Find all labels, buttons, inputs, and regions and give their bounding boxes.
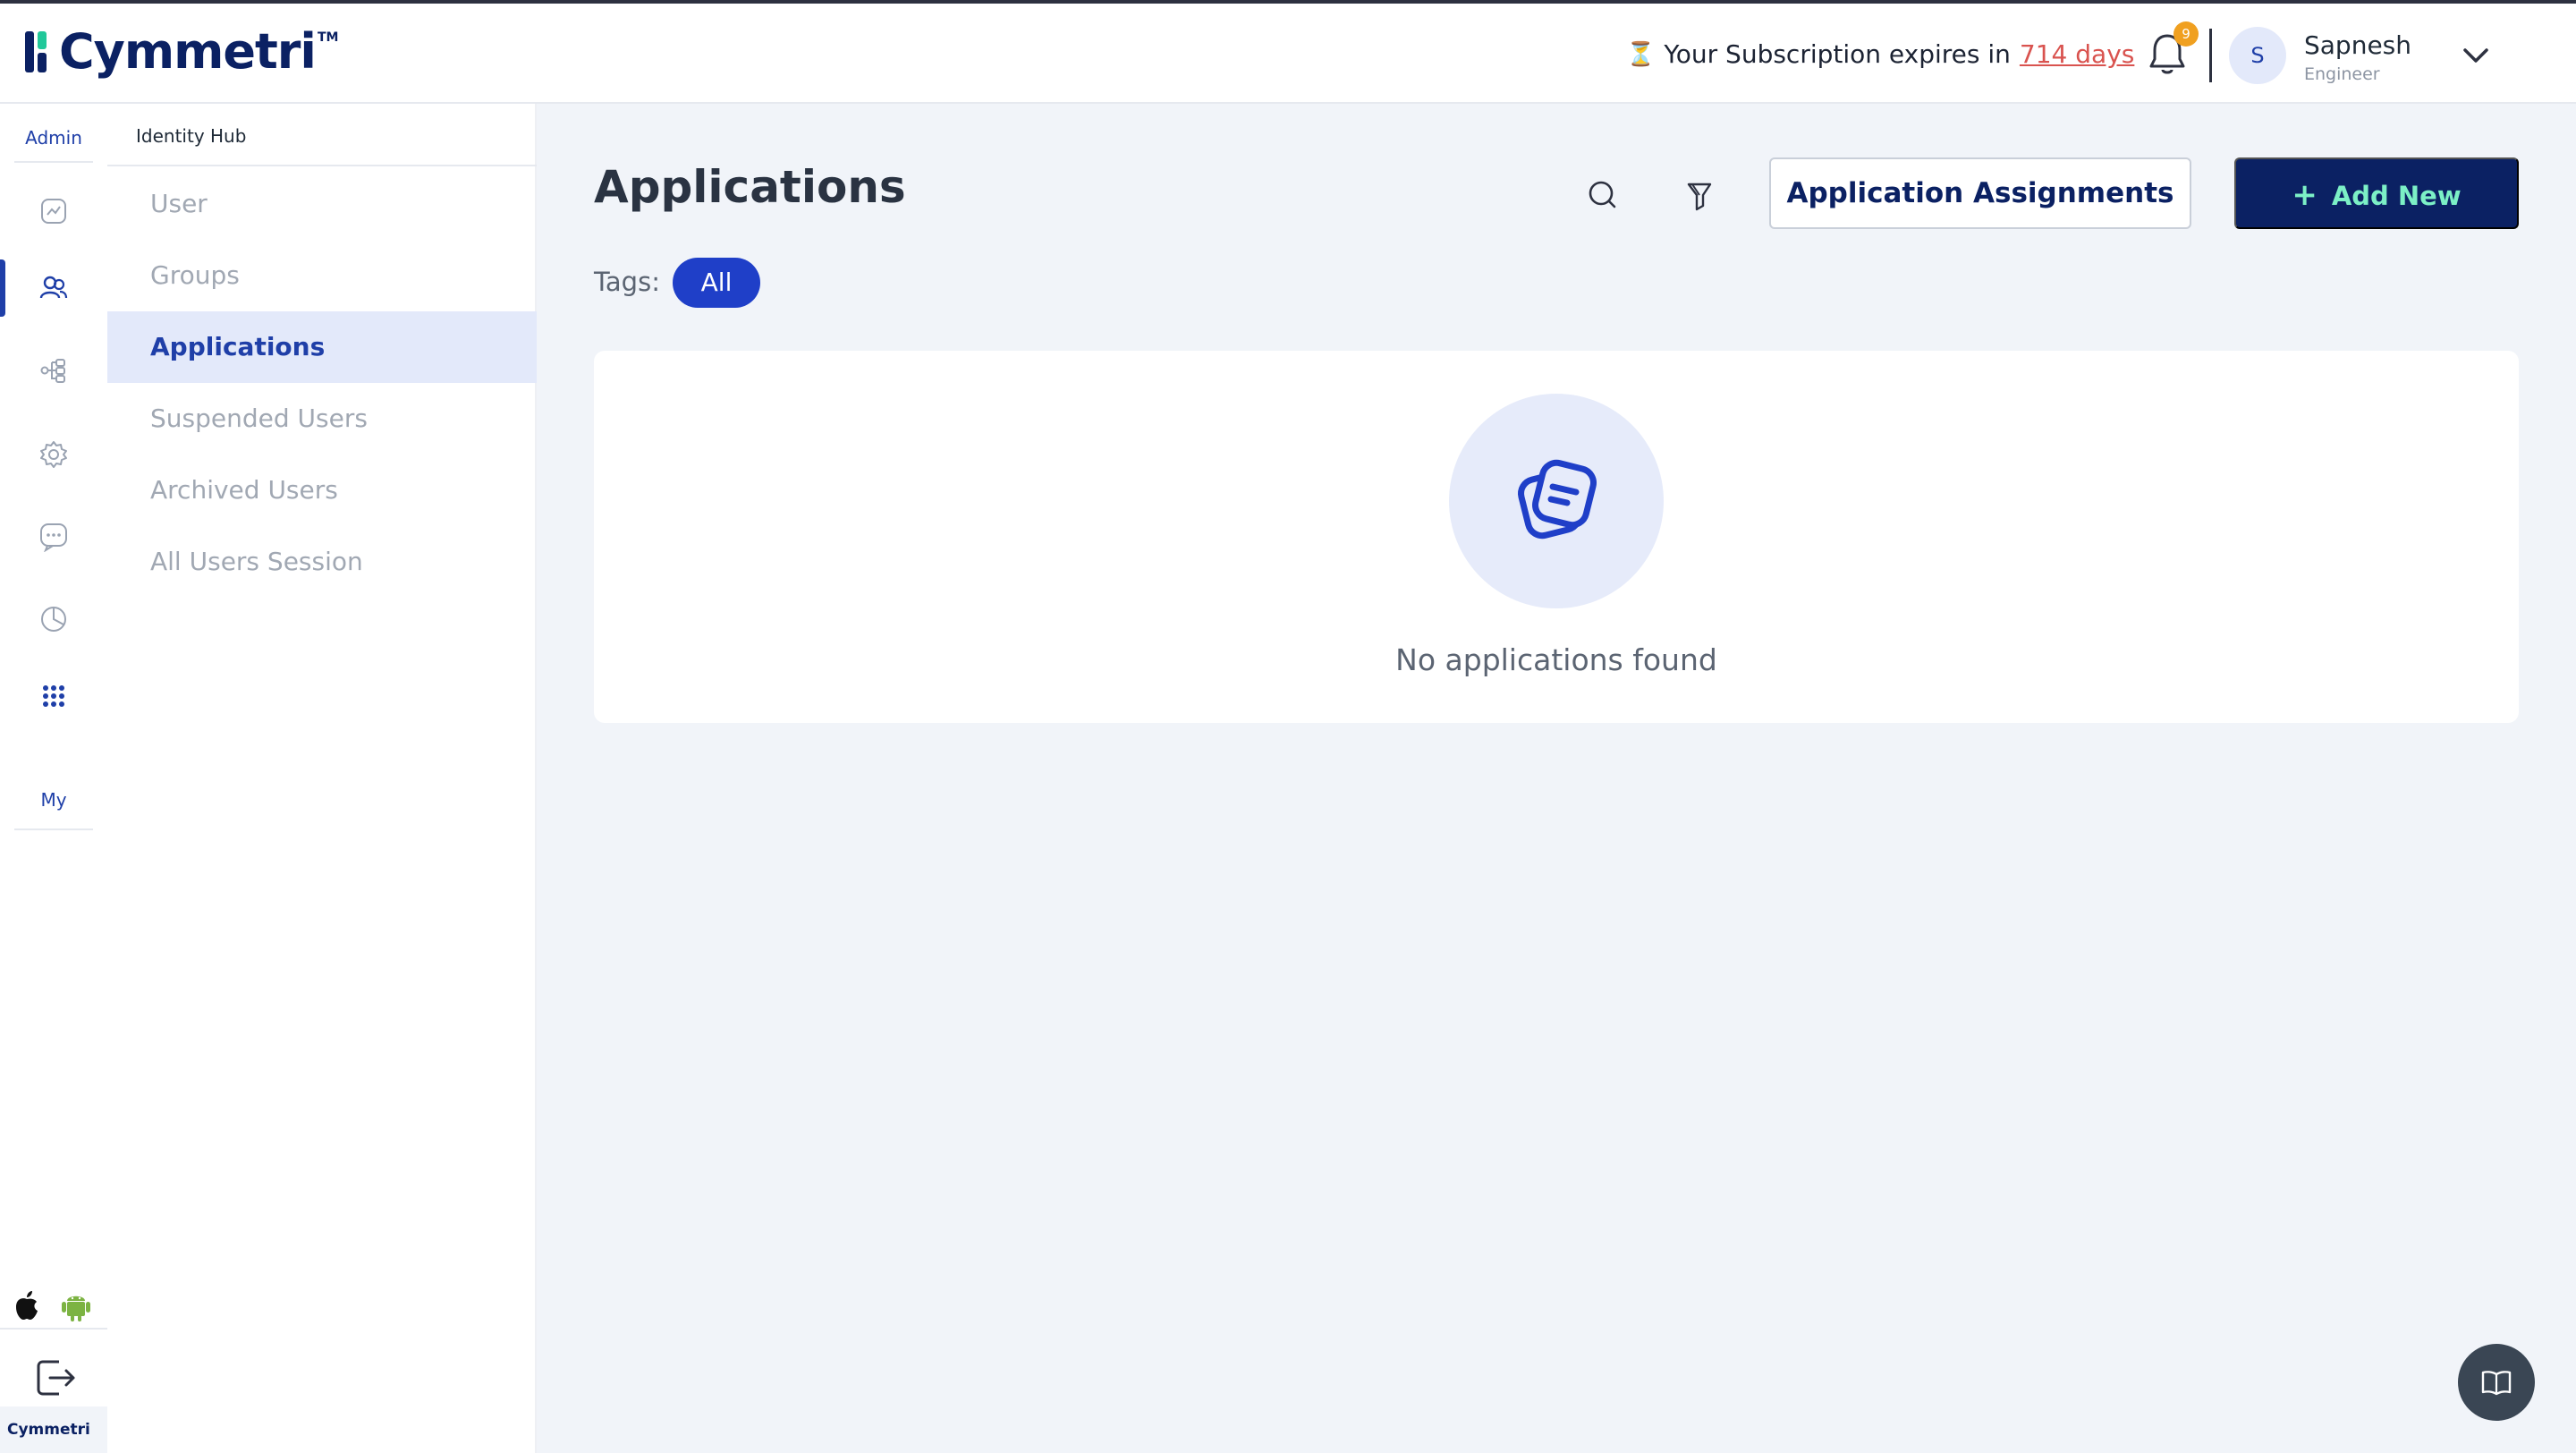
search-icon[interactable] (1583, 175, 1623, 215)
subscription-days-link[interactable]: 714 days (2020, 39, 2134, 69)
filter-icon[interactable] (1680, 175, 1719, 215)
subnav-item-archived-users[interactable]: Archived Users (107, 455, 537, 526)
plus-icon: + (2292, 177, 2318, 213)
application-assignments-button[interactable]: Application Assignments (1769, 157, 2191, 229)
subnav-item-applications[interactable]: Applications (107, 311, 537, 383)
book-icon (2481, 1371, 2512, 1396)
subnav-item-suspended-users[interactable]: Suspended Users (107, 383, 537, 455)
rail-admin-label[interactable]: Admin (0, 127, 107, 149)
reports-icon[interactable] (36, 601, 72, 637)
cymmetri-logo[interactable]: Cymmetri TM (25, 23, 338, 80)
subnav-item-groups[interactable]: Groups (107, 240, 537, 311)
empty-state-message: No applications found (1395, 642, 1717, 677)
user-role: Engineer (2304, 64, 2380, 84)
chevron-down-icon[interactable] (2458, 39, 2494, 72)
logo-trademark: TM (317, 30, 339, 45)
help-docs-button[interactable] (2458, 1344, 2535, 1421)
user-name: Sapnesh (2304, 30, 2412, 60)
hourglass-icon: ⏳ (1626, 40, 1656, 68)
subnav-title: Identity Hub (136, 125, 247, 147)
rail-divider (14, 828, 93, 830)
android-icon[interactable] (61, 1288, 91, 1322)
tags-label: Tags: (594, 267, 660, 297)
subnav-divider (107, 165, 537, 166)
top-bar: Cymmetri TM ⏳ Your Subscription expires … (0, 0, 2576, 104)
logout-icon[interactable] (34, 1356, 77, 1399)
mini-brand-text: Cymmetri (7, 1421, 90, 1439)
user-avatar[interactable]: S (2229, 27, 2286, 84)
empty-state-card: No applications found (594, 351, 2519, 723)
subnav-item-all-users-session[interactable]: All Users Session (107, 526, 537, 598)
logout-area (0, 1328, 107, 1417)
rail-active-indicator (0, 259, 5, 317)
apps-grid-icon[interactable] (36, 678, 72, 714)
mini-brand-logo: Cymmetri (0, 1406, 107, 1453)
notification-count-badge: 9 (2174, 21, 2199, 47)
logo-mark-icon (25, 26, 55, 78)
chat-icon[interactable] (36, 519, 72, 555)
os-download-icons (13, 1288, 91, 1322)
rail-my-label[interactable]: My (0, 789, 107, 811)
empty-applications-icon (1518, 459, 1597, 540)
logo-text: Cymmetri (59, 23, 317, 80)
icon-rail: Admin My Cymmetri (0, 104, 107, 1453)
empty-state-illustration (1449, 394, 1664, 608)
header-divider (2209, 29, 2212, 82)
users-icon[interactable] (36, 270, 72, 306)
add-new-label: Add New (2331, 181, 2462, 211)
tag-filter-all[interactable]: All (673, 258, 760, 308)
apple-icon[interactable] (13, 1289, 41, 1321)
add-new-button[interactable]: + Add New (2234, 157, 2519, 229)
workflow-icon[interactable] (36, 353, 72, 388)
subscription-text: Your Subscription expires in (1664, 39, 2011, 69)
subscription-notice: ⏳ Your Subscription expires in 714 days (1626, 39, 2134, 69)
rail-divider (14, 161, 93, 163)
subnav-item-user[interactable]: User (107, 168, 537, 240)
dashboard-icon[interactable] (36, 193, 72, 229)
identity-hub-subnav: Identity Hub User Groups Applications Su… (107, 104, 537, 1453)
settings-icon[interactable] (36, 437, 72, 472)
page-title: Applications (594, 161, 906, 213)
